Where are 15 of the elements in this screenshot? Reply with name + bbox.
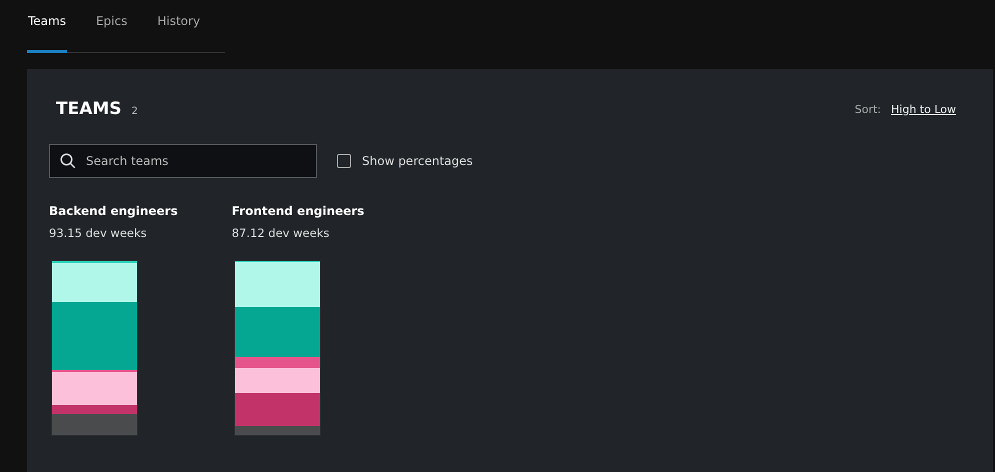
team-effort: 87.12 dev weeks bbox=[232, 226, 330, 240]
search-icon bbox=[59, 152, 77, 170]
team-count: 2 bbox=[132, 106, 138, 117]
sort-label: Sort: bbox=[854, 102, 882, 116]
sort-link[interactable]: High to Low bbox=[891, 102, 956, 116]
tab[interactable]: Epics bbox=[94, 0, 128, 53]
search-field[interactable]: Search teams bbox=[49, 144, 317, 178]
team-name: Frontend engineers bbox=[232, 204, 364, 218]
team-name: Backend engineers bbox=[49, 204, 178, 218]
checkbox-icon[interactable] bbox=[337, 154, 351, 168]
section-title: TEAMS bbox=[56, 99, 122, 119]
team-effort: 93.15 dev weeks bbox=[49, 226, 148, 240]
tab[interactable]: History bbox=[156, 0, 202, 53]
show-percentages-checkbox[interactable]: Show percentages bbox=[337, 154, 473, 168]
tab[interactable]: Teams bbox=[27, 0, 67, 53]
